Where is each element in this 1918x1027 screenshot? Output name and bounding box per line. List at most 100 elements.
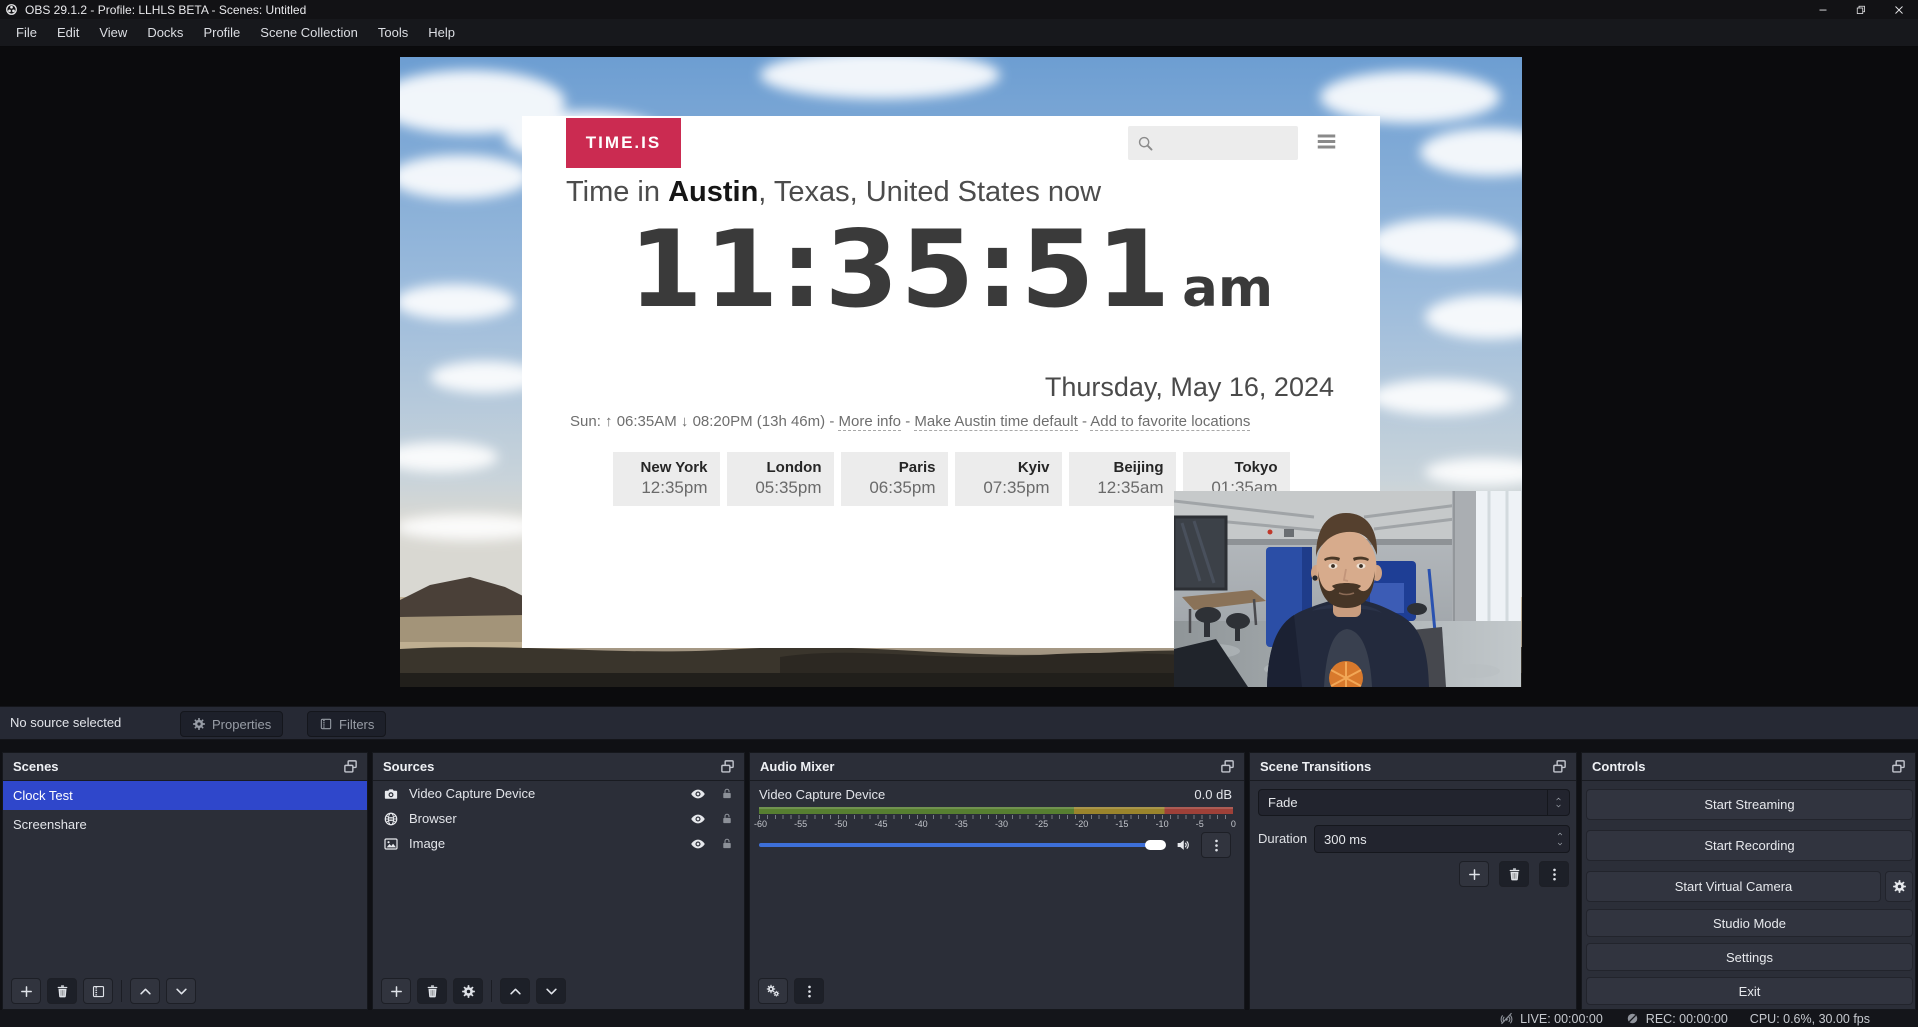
transitions-header[interactable]: Scene Transitions [1250,753,1576,781]
record-disc-icon [1625,1011,1640,1026]
hamburger-menu-icon [1314,131,1339,152]
scene-filters-button[interactable] [83,978,113,1004]
menu-help[interactable]: Help [418,21,465,44]
rec-status: REC: 00:00:00 [1625,1011,1728,1026]
menu-view[interactable]: View [89,21,137,44]
visibility-eye-icon[interactable] [689,786,707,802]
audio-mixer-header[interactable]: Audio Mixer [750,753,1244,781]
exit-button[interactable]: Exit [1586,977,1913,1005]
controls-panel: Controls Start Streaming Start Recording… [1581,752,1916,1010]
scene-down-button[interactable] [166,978,196,1004]
sources-header[interactable]: Sources [373,753,744,781]
remove-source-button[interactable] [417,978,447,1004]
title-bar[interactable]: OBS 29.1.2 - Profile: LLHLS BETA - Scene… [0,0,1918,19]
properties-button[interactable]: Properties [180,711,283,737]
controls-header[interactable]: Controls [1582,753,1915,781]
date-line: Thursday, May 16, 2024 [1045,372,1334,403]
lock-icon[interactable] [720,786,734,801]
remove-transition-button[interactable] [1499,861,1529,887]
preview-area[interactable]: TIME.IS Time in Austin, Texas, United St… [0,47,1918,706]
make-default-link: Make Austin time default [914,413,1077,431]
clock-meridiem: am [1182,258,1273,319]
toolbar-divider [121,980,122,1002]
scenes-panel: Scenes Clock Test Screenshare [2,752,368,1010]
chevron-down-icon [544,984,559,999]
menu-file[interactable]: File [6,21,47,44]
more-info-link: More info [838,413,901,431]
minimize-button[interactable] [1804,0,1842,19]
plus-icon [1467,867,1482,882]
advanced-audio-button[interactable] [758,978,788,1004]
visibility-eye-icon[interactable] [689,811,707,827]
lock-icon[interactable] [720,811,734,826]
virtual-camera-settings-button[interactable] [1885,871,1913,902]
search-input [1128,126,1298,160]
toolbar-divider [491,980,492,1002]
restore-icon [1855,4,1867,16]
restore-button[interactable] [1842,0,1880,19]
source-item-image[interactable]: Image [373,831,744,856]
studio-mode-button[interactable]: Studio Mode [1586,909,1913,937]
remove-scene-button[interactable] [47,978,77,1004]
obs-logo-icon [5,3,18,16]
popout-icon[interactable] [1219,759,1236,774]
popout-icon[interactable] [342,759,359,774]
source-properties-button[interactable] [453,978,483,1004]
popout-icon[interactable] [1551,759,1568,774]
select-arrows[interactable] [1547,790,1569,815]
sources-panel: Sources Video Capture Device Browser Ima… [372,752,745,1010]
volume-slider[interactable] [759,843,1165,847]
program-preview[interactable]: TIME.IS Time in Austin, Texas, United St… [400,57,1522,687]
menu-tools[interactable]: Tools [368,21,418,44]
add-source-button[interactable] [381,978,411,1004]
search-icon [1136,134,1155,153]
page-title: Time in Austin, Texas, United States now [566,176,1101,209]
start-virtual-camera-button[interactable]: Start Virtual Camera [1586,871,1881,902]
obs-window: OBS 29.1.2 - Profile: LLHLS BETA - Scene… [0,0,1918,1027]
scene-item-screenshare[interactable]: Screenshare [3,810,367,839]
popout-icon[interactable] [719,759,736,774]
city-cell: New York12:35pm [613,452,720,506]
menu-profile[interactable]: Profile [193,21,250,44]
city-cell: Paris06:35pm [841,452,948,506]
popout-icon[interactable] [1890,759,1907,774]
source-item-video-capture[interactable]: Video Capture Device [373,781,744,806]
add-transition-button[interactable] [1459,861,1489,887]
scene-up-button[interactable] [130,978,160,1004]
source-item-browser[interactable]: Browser [373,806,744,831]
volume-meter [759,807,1233,814]
menu-scene-collection[interactable]: Scene Collection [250,21,368,44]
plus-icon [389,984,404,999]
mixer-options-button[interactable] [1201,832,1231,858]
visibility-eye-icon[interactable] [689,836,707,852]
camera-icon [383,786,399,802]
menu-edit[interactable]: Edit [47,21,89,44]
source-down-button[interactable] [536,978,566,1004]
spinner-arrows[interactable] [1555,826,1565,852]
duration-spinbox[interactable]: 300 ms [1314,825,1570,853]
source-up-button[interactable] [500,978,530,1004]
double-gear-icon [766,984,781,999]
audio-menu-button[interactable] [794,978,824,1004]
lock-icon[interactable] [720,836,734,851]
scenes-header[interactable]: Scenes [3,753,367,781]
transition-options-button[interactable] [1539,861,1569,887]
speaker-icon[interactable] [1175,837,1192,853]
volume-slider-handle[interactable] [1145,840,1166,850]
settings-button[interactable]: Settings [1586,943,1913,971]
filters-button[interactable]: Filters [307,711,386,737]
chevron-up-icon [508,984,523,999]
start-recording-button[interactable]: Start Recording [1586,830,1913,861]
scene-item-clock-test[interactable]: Clock Test [3,781,367,810]
start-streaming-button[interactable]: Start Streaming [1586,789,1913,820]
add-favorite-link: Add to favorite locations [1090,413,1250,431]
menu-docks[interactable]: Docks [137,21,193,44]
transition-select[interactable]: Fade [1258,789,1570,816]
globe-icon [383,811,399,827]
close-button[interactable] [1880,0,1918,19]
audio-toolbar [758,978,824,1004]
audio-mixer-panel: Audio Mixer Video Capture Device 0.0 dB … [749,752,1245,1010]
scene-transitions-panel: Scene Transitions Fade Duration 300 ms [1249,752,1577,1010]
volume-slider-fill [759,843,1147,847]
add-scene-button[interactable] [11,978,41,1004]
